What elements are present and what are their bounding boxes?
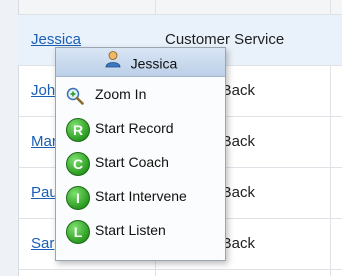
menu-item-label: Start Intervene bbox=[95, 188, 187, 204]
row-gutter bbox=[0, 0, 19, 276]
context-menu-header: Jessica bbox=[56, 48, 225, 77]
record-icon: R bbox=[66, 118, 90, 142]
menu-item-start-listen[interactable]: L Start Listen bbox=[56, 214, 225, 248]
context-menu-title: Jessica bbox=[130, 55, 178, 72]
zoom-in-icon bbox=[66, 87, 84, 105]
queue-cell: Customer Service bbox=[165, 31, 285, 48]
menu-item-label: Start Listen bbox=[95, 222, 166, 238]
listen-icon: L bbox=[66, 220, 90, 244]
coach-icon: C bbox=[66, 152, 90, 176]
agent-context-menu: Jessica Zoom In R Start Record C Start C… bbox=[55, 47, 226, 261]
user-icon bbox=[104, 49, 122, 77]
agent-name-link[interactable]: Mar bbox=[31, 133, 57, 150]
intervene-icon: I bbox=[66, 186, 90, 210]
menu-item-label: Start Coach bbox=[95, 154, 169, 170]
menu-item-zoom-in[interactable]: Zoom In bbox=[56, 78, 225, 112]
agent-name-link[interactable]: Pau bbox=[31, 184, 58, 201]
agent-name-link[interactable]: Joh bbox=[31, 82, 55, 99]
grid-top-band bbox=[0, 0, 342, 15]
menu-item-start-coach[interactable]: C Start Coach bbox=[56, 146, 225, 180]
menu-item-start-intervene[interactable]: I Start Intervene bbox=[56, 180, 225, 214]
agent-name-link[interactable]: Jessica bbox=[31, 31, 81, 48]
agent-name-link[interactable]: Sar bbox=[31, 235, 54, 252]
menu-item-start-record[interactable]: R Start Record bbox=[56, 112, 225, 146]
menu-item-label: Start Record bbox=[95, 120, 174, 136]
menu-item-label: Zoom In bbox=[95, 86, 147, 102]
